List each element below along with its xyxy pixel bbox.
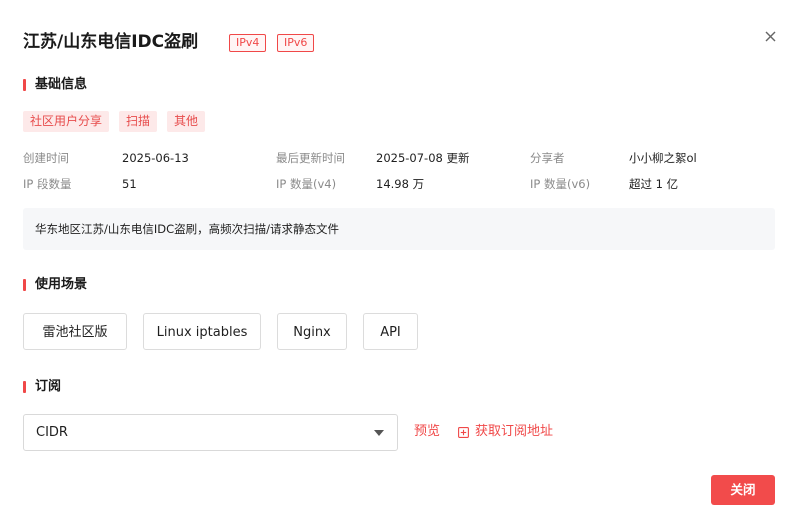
basic-info-heading-text: 基础信息 (35, 77, 88, 92)
updated-time-value: 2025-07-08 更新 (376, 151, 470, 165)
close-button[interactable]: 关闭 (711, 475, 775, 505)
category-tag-scan: 扫描 (119, 111, 158, 132)
ipv6-count-label: IP 数量(v6) (530, 177, 591, 191)
ipv4-count-value: 14.98 万 (376, 177, 425, 191)
ip-segment-count-value: 51 (122, 177, 137, 191)
updated-time-label: 最后更新时间 (276, 151, 345, 165)
caret-down-icon (374, 430, 384, 436)
dialog-title: 江苏/山东电信IDC盗刷 (23, 32, 199, 52)
preview-link[interactable]: 预览 (414, 423, 440, 441)
section-accent-bar (23, 381, 26, 393)
ipv6-tag: IPv6 (277, 34, 315, 52)
scene-api-button[interactable]: API (363, 313, 418, 350)
section-accent-bar (23, 79, 26, 91)
section-accent-bar (23, 279, 26, 291)
description-text: 华东地区江苏/山东电信IDC盗刷，高频次扫描/请求静态文件 (35, 222, 340, 236)
close-icon[interactable] (762, 28, 780, 46)
subscribe-heading: 订阅 (23, 378, 61, 396)
basic-info-heading: 基础信息 (23, 76, 87, 94)
created-time-label: 创建时间 (23, 151, 69, 165)
description-box: 华东地区江苏/山东电信IDC盗刷，高频次扫描/请求静态文件 (23, 208, 775, 250)
usage-heading: 使用场景 (23, 276, 87, 294)
ipv6-count-value: 超过 1 亿 (629, 177, 679, 191)
scene-safeline-button[interactable]: 雷池社区版 (23, 313, 127, 350)
ipv4-tag: IPv4 (229, 34, 267, 52)
subscribe-heading-text: 订阅 (35, 379, 62, 394)
scene-iptables-button[interactable]: Linux iptables (143, 313, 261, 350)
scene-nginx-button[interactable]: Nginx (277, 313, 347, 350)
ip-list-detail-dialog: 江苏/山东电信IDC盗刷 IPv4 IPv6 基础信息 社区用户分享 扫描 其他… (0, 0, 795, 523)
ip-segment-count-label: IP 段数量 (23, 177, 72, 191)
ipv4-count-label: IP 数量(v4) (276, 177, 337, 191)
sharer-value: 小小柳之絮ol (629, 151, 697, 165)
category-tag-other: 其他 (167, 111, 206, 132)
sharer-label: 分享者 (530, 151, 565, 165)
add-square-icon[interactable] (458, 427, 469, 438)
usage-heading-text: 使用场景 (35, 277, 88, 292)
category-tag-community: 社区用户分享 (23, 111, 110, 132)
format-select[interactable]: CIDR (23, 414, 398, 451)
format-select-value: CIDR (36, 425, 68, 440)
get-subscription-url-link[interactable]: 获取订阅地址 (475, 423, 553, 441)
created-time-value: 2025-06-13 (122, 151, 189, 165)
